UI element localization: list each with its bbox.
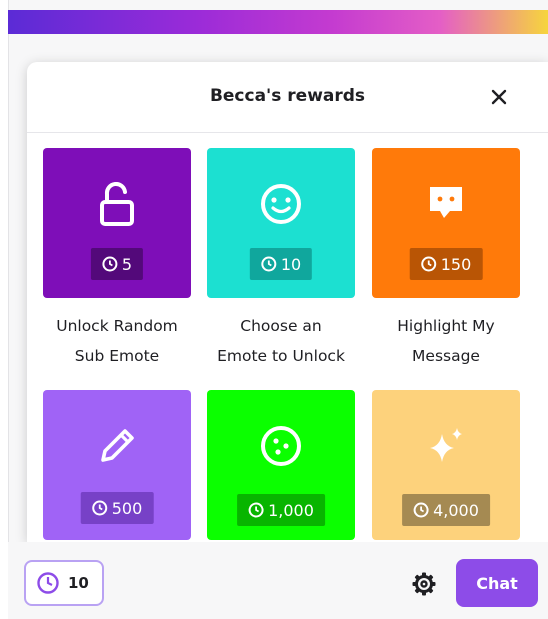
close-button[interactable] (482, 80, 516, 114)
reward-tile-4000[interactable]: 4,000 (372, 390, 520, 540)
emote-face-icon (207, 416, 355, 476)
reward-cost-badge: 5 (90, 248, 144, 280)
reward-cost-badge: 1,000 (237, 494, 325, 526)
reward-tile-choose-emote[interactable]: 10 (207, 148, 355, 298)
reward-cost: 500 (111, 498, 143, 518)
channel-points-button[interactable]: 10 (24, 560, 104, 606)
reward-cost: 10 (280, 254, 302, 274)
unlock-icon (43, 174, 191, 234)
reward-cost: 150 (440, 254, 472, 274)
chat-button[interactable]: Chat (456, 559, 538, 607)
reward-tile-unlock-random-sub-emote[interactable]: 5 (43, 148, 191, 298)
reward-cost-badge: 150 (409, 248, 483, 280)
channel-points-icon (413, 502, 429, 518)
reward-label: Choose an Emote to Unlock (206, 311, 356, 371)
reward-label: Highlight My Message (371, 311, 521, 371)
app-frame: Becca's rewards 5 Unlock Random Sub Emot… (0, 0, 548, 619)
channel-points-icon (248, 502, 264, 518)
sparkles-icon (372, 416, 520, 476)
top-gradient-bar (8, 10, 548, 34)
reward-tile-500[interactable]: 500 (43, 390, 191, 540)
pencil-icon (43, 416, 191, 476)
channel-points-count: 10 (68, 574, 89, 592)
close-icon (491, 89, 507, 105)
rewards-title: Becca's rewards (209, 86, 366, 106)
reward-label-line: Choose an (240, 317, 322, 335)
channel-points-icon (261, 256, 277, 272)
rewards-popover: Becca's rewards 5 Unlock Random Sub Emot… (27, 62, 548, 542)
reward-label-line: Highlight My (397, 317, 495, 335)
message-icon (372, 174, 520, 234)
reward-cost: 4,000 (433, 500, 479, 520)
reward-label-line: Unlock Random (56, 317, 178, 335)
channel-points-icon (37, 572, 59, 594)
reward-cost: 1,000 (268, 500, 314, 520)
reward-label-line: Sub Emote (74, 347, 160, 365)
reward-cost: 5 (121, 254, 133, 274)
rewards-header: Becca's rewards (27, 62, 548, 133)
reward-label: Unlock Random Sub Emote (42, 311, 192, 371)
reward-tile-highlight-message[interactable]: 150 (372, 148, 520, 298)
reward-cost-badge: 10 (249, 248, 313, 280)
channel-points-icon (92, 500, 108, 516)
channel-points-icon (102, 256, 118, 272)
channel-points-icon (421, 256, 437, 272)
chat-settings-button[interactable] (410, 570, 438, 598)
gear-icon (412, 572, 436, 596)
reward-cost-badge: 4,000 (402, 494, 490, 526)
smiley-icon (207, 174, 355, 234)
reward-tile-1000[interactable]: 1,000 (207, 390, 355, 540)
reward-label-line: Message (412, 347, 480, 365)
reward-cost-badge: 500 (80, 492, 154, 524)
reward-label-line: Emote to Unlock (217, 347, 345, 365)
